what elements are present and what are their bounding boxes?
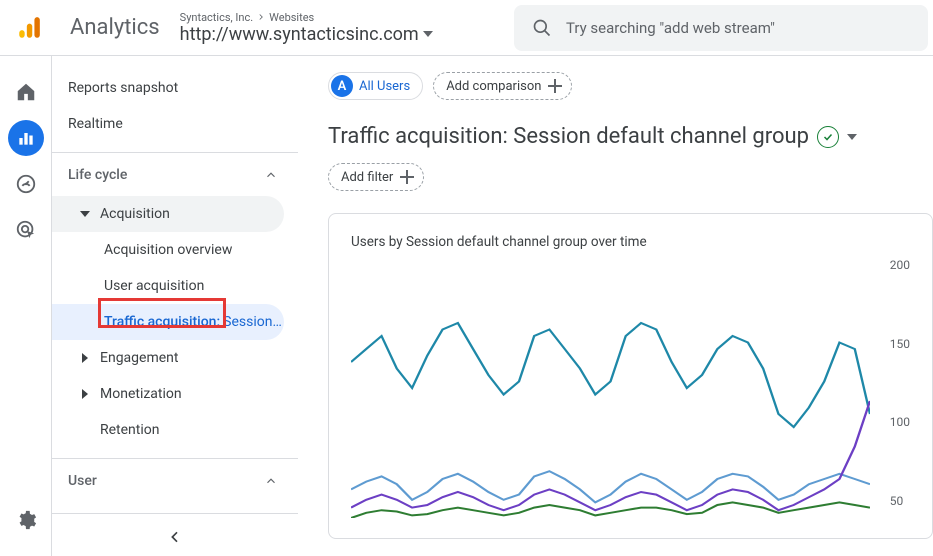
sidebar-sub-monetization[interactable]: Monetization [52, 376, 284, 412]
caret-down-icon [80, 209, 90, 219]
app-header: Analytics Syntactics, Inc. Websites http… [0, 0, 933, 56]
sidebar-leaf-label: Traffic acquisition: [104, 314, 220, 330]
sidebar-sub-engagement[interactable]: Engagement [52, 340, 284, 376]
sidebar-leaf-label: User acquisition [104, 278, 204, 294]
chip-label: All Users [359, 79, 410, 94]
home-icon [15, 81, 37, 103]
sidebar-collapse[interactable] [52, 513, 298, 556]
y-tick: 100 [890, 415, 910, 429]
main-content: A All Users Add comparison Traffic acqui… [298, 56, 933, 556]
search-placeholder: Try searching "add web stream" [566, 19, 775, 37]
verified-badge[interactable] [817, 126, 839, 148]
sidebar-leaf-user-acquisition[interactable]: User acquisition [52, 268, 284, 304]
rail-reports[interactable] [8, 120, 44, 156]
analytics-logo-icon [16, 15, 42, 41]
chevron-up-icon [264, 168, 278, 182]
rail-home[interactable] [8, 74, 44, 110]
sidebar-sub-label: Engagement [100, 350, 178, 366]
rail-settings[interactable] [8, 502, 44, 538]
sidebar-sub-label: Retention [100, 422, 160, 438]
chart-title: Users by Session default channel group o… [351, 234, 910, 250]
y-tick: 50 [890, 494, 910, 508]
breadcrumb: Syntactics, Inc. Websites [180, 11, 433, 24]
sidebar-leaf-traffic-acquisition[interactable]: Traffic acquisition: Session… [52, 304, 284, 340]
breadcrumb-section: Websites [269, 11, 314, 24]
checkmark-icon [822, 131, 834, 143]
caret-down-icon [847, 132, 857, 142]
report-sidebar: Reports snapshot Realtime Life cycle Acq… [52, 56, 298, 556]
line-chart [351, 258, 870, 518]
page-title: Traffic acquisition: Session default cha… [328, 124, 809, 149]
chevron-right-icon [256, 12, 266, 22]
title-dropdown[interactable] [847, 132, 857, 142]
y-axis: 200 150 100 50 [890, 258, 910, 518]
search-input[interactable]: Try searching "add web stream" [514, 5, 928, 51]
y-tick: 200 [890, 258, 910, 272]
rail-explore[interactable] [8, 166, 44, 202]
sidebar-section-user[interactable]: User [52, 458, 298, 502]
caret-right-icon [80, 389, 90, 399]
sidebar-section-lifecycle[interactable]: Life cycle [52, 152, 298, 196]
chip-all-users[interactable]: A All Users [328, 72, 423, 100]
segment-letter-icon: A [331, 75, 353, 97]
chip-label: Add filter [341, 170, 393, 185]
add-filter-chip[interactable]: Add filter [328, 163, 424, 191]
target-click-icon [15, 219, 37, 241]
rail-advertising[interactable] [8, 212, 44, 248]
sidebar-sub-label: Monetization [100, 386, 182, 402]
caret-right-icon [80, 353, 90, 363]
gear-icon [15, 509, 37, 531]
sidebar-leaf-acq-overview[interactable]: Acquisition overview [52, 232, 284, 268]
chip-label: Add comparison [446, 79, 541, 94]
chevron-left-icon [167, 529, 183, 545]
app-logo[interactable] [0, 15, 70, 41]
search-icon [532, 18, 552, 38]
sidebar-leaf-label: Acquisition overview [104, 242, 232, 258]
sidebar-section-label: User [68, 473, 97, 489]
sidebar-sub-label: Acquisition [100, 206, 170, 222]
sidebar-sub-retention[interactable]: Retention [52, 412, 284, 448]
sidebar-item-realtime[interactable]: Realtime [52, 106, 284, 142]
plus-icon [399, 169, 415, 185]
y-tick: 150 [890, 337, 910, 351]
chevron-up-icon [264, 474, 278, 488]
property-selector[interactable]: Syntactics, Inc. Websites http://www.syn… [180, 11, 433, 45]
chip-add-comparison[interactable]: Add comparison [433, 72, 572, 100]
property-name: http://www.syntacticsinc.com [180, 24, 419, 45]
bar-chart-icon [16, 128, 36, 148]
breadcrumb-org: Syntactics, Inc. [180, 11, 253, 24]
plus-icon [547, 78, 563, 94]
gauge-icon [15, 173, 37, 195]
sidebar-sub-acquisition[interactable]: Acquisition [52, 196, 284, 232]
sidebar-item-label: Reports snapshot [68, 80, 178, 96]
sidebar-section-label: Life cycle [68, 167, 127, 183]
nav-rail [0, 56, 52, 556]
chart-card: Users by Session default channel group o… [328, 213, 933, 539]
sidebar-leaf-suffix: Session… [223, 314, 282, 330]
sidebar-item-snapshot[interactable]: Reports snapshot [52, 70, 284, 106]
app-title: Analytics [70, 15, 160, 40]
caret-down-icon [423, 29, 433, 39]
sidebar-item-label: Realtime [68, 116, 123, 132]
